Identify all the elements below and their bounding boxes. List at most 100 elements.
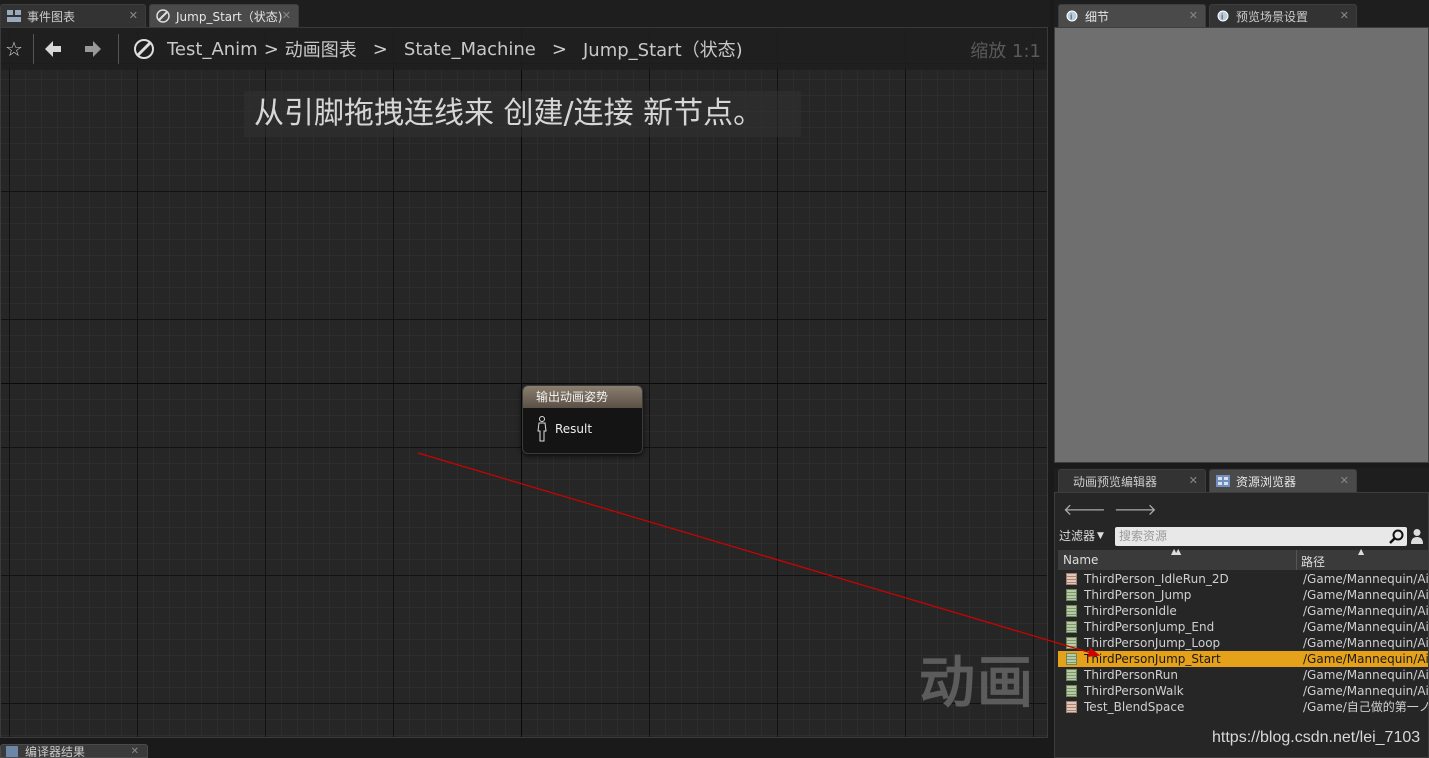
asset-row[interactable]: ThirdPersonJump_Loop/Game/Mannequin/Ai: [1058, 635, 1428, 651]
anim-asset-icon: [1066, 669, 1077, 681]
asset-row[interactable]: Test_BlendSpace/Game/自己做的第一ノ: [1058, 699, 1428, 715]
blendspace-asset-icon: [1066, 573, 1077, 585]
asset-path: /Game/Mannequin/Ai: [1303, 620, 1428, 634]
pose-pin-icon[interactable]: [535, 416, 549, 442]
details-panel: [1054, 27, 1429, 463]
breadcrumb-item[interactable]: Test_Anim: [167, 39, 258, 60]
breadcrumb-item[interactable]: State_Machine: [404, 39, 536, 60]
asset-path: /Game/Mannequin/Ai: [1303, 588, 1428, 602]
zoom-level: 缩放 1:1: [970, 41, 1041, 62]
asset-row-selected[interactable]: ThirdPersonJump_Start/Game/Mannequin/Ai: [1058, 651, 1428, 667]
right-bottom-tab-strip: 动画预览编辑器 ✕ 资源浏览器 ✕: [1054, 468, 1429, 492]
asset-path: /Game/Mannequin/Ai: [1303, 604, 1428, 618]
breadcrumb-item[interactable]: 动画图表: [285, 36, 357, 62]
filter-label: 过滤器: [1059, 529, 1096, 543]
anim-asset-icon: [1066, 589, 1077, 601]
back-icon[interactable]: 🡐: [1063, 499, 1106, 519]
close-icon[interactable]: ✕: [1189, 9, 1198, 22]
sort-icon: ▲▲: [1171, 547, 1181, 556]
asset-list-header: ▲▲ Name ▲ 路径: [1058, 547, 1428, 570]
tab-compiler-results[interactable]: 编译器结果 ✕: [0, 744, 148, 758]
close-icon[interactable]: ✕: [129, 9, 138, 22]
tab-content-browser[interactable]: 资源浏览器 ✕: [1209, 469, 1357, 492]
asset-path: /Game/Mannequin/Ai: [1303, 652, 1428, 666]
asset-row[interactable]: ThirdPerson_Jump/Game/Mannequin/Ai: [1058, 587, 1428, 603]
anim-graph-canvas[interactable]: ☆ Test_Anim > 动画图表 > State_Machine > Jum…: [0, 27, 1048, 738]
details-icon: i: [1216, 9, 1230, 23]
column-name[interactable]: Name: [1063, 553, 1098, 567]
tab-event-graph[interactable]: 事件图表 ✕: [0, 4, 146, 27]
editor-tab-strip: 事件图表 ✕ Jump_Start（状态) ✕: [0, 0, 1050, 27]
svg-text:i: i: [1221, 12, 1223, 21]
divider: [33, 34, 34, 64]
anim-asset-icon: [1066, 621, 1077, 633]
graph-navbar: ☆ Test_Anim > 动画图表 > State_Machine > Jum…: [1, 28, 1047, 70]
asset-path: /Game/Mannequin/Ai: [1303, 636, 1428, 650]
svg-text:i: i: [1070, 12, 1072, 21]
chevron-down-icon: ▼: [1097, 530, 1104, 541]
tab-details[interactable]: i 细节 ✕: [1058, 4, 1206, 27]
graph-origin-h: [1, 383, 1047, 384]
column-path[interactable]: 路径: [1301, 553, 1325, 570]
state-machine-icon: [131, 34, 157, 64]
asset-search-input[interactable]: 搜索资源: [1115, 527, 1407, 546]
asset-name: ThirdPersonJump_Loop: [1084, 636, 1221, 650]
asset-name: ThirdPerson_Jump: [1084, 588, 1192, 602]
asset-name: ThirdPersonIdle: [1084, 604, 1177, 618]
details-icon: i: [1065, 9, 1079, 23]
breadcrumb-item[interactable]: Jump_Start（状态): [583, 36, 743, 62]
asset-name: Test_BlendSpace: [1084, 700, 1185, 714]
asset-list: ThirdPerson_IdleRun_2D/Game/Mannequin/Ai…: [1058, 571, 1428, 715]
right-top-tab-strip: i 细节 ✕ i 预览场景设置 ✕: [1054, 0, 1429, 27]
asset-row[interactable]: ThirdPersonIdle/Game/Mannequin/Ai: [1058, 603, 1428, 619]
close-icon[interactable]: ✕: [282, 9, 291, 22]
compiler-icon: [6, 746, 18, 757]
graph-watermark: 动画: [919, 651, 1035, 716]
forward-icon[interactable]: 🡒: [1114, 499, 1157, 519]
back-arrow-icon[interactable]: [40, 34, 66, 64]
asset-row[interactable]: ThirdPerson_IdleRun_2D/Game/Mannequin/Ai: [1058, 571, 1428, 587]
tab-label: 预览场景设置: [1236, 9, 1309, 24]
close-icon[interactable]: ✕: [131, 745, 139, 757]
tab-preview-scene-settings[interactable]: i 预览场景设置 ✕: [1209, 4, 1357, 27]
asset-path: /Game/Mannequin/Ai: [1303, 572, 1428, 586]
close-icon[interactable]: ✕: [1189, 474, 1198, 487]
node-title: 输出动画姿势: [523, 386, 642, 408]
sort-icon: ▲: [1358, 547, 1365, 556]
output-pose-node[interactable]: 输出动画姿势 Result: [522, 385, 643, 454]
close-icon[interactable]: ✕: [1340, 474, 1349, 487]
search-placeholder: 搜索资源: [1119, 529, 1168, 543]
node-body: Result: [523, 408, 642, 442]
asset-name: ThirdPersonRun: [1084, 668, 1178, 682]
asset-row[interactable]: ThirdPersonJump_End/Game/Mannequin/Ai: [1058, 619, 1428, 635]
asset-row[interactable]: ThirdPersonRun/Game/Mannequin/Ai: [1058, 667, 1428, 683]
asset-path: /Game/Mannequin/Ai: [1303, 684, 1428, 698]
user-icon[interactable]: [1410, 528, 1426, 546]
result-pin-label: Result: [555, 422, 593, 436]
tab-jump-start[interactable]: Jump_Start（状态) ✕: [149, 4, 299, 27]
asset-row[interactable]: ThirdPersonWalk/Game/Mannequin/Ai: [1058, 683, 1428, 699]
tab-label: 编译器结果: [25, 745, 86, 758]
close-icon[interactable]: ✕: [1340, 9, 1349, 22]
column-divider[interactable]: [1296, 550, 1297, 570]
asset-name: ThirdPerson_IdleRun_2D: [1084, 572, 1229, 586]
asset-name: ThirdPersonJump_Start: [1084, 652, 1221, 666]
asset-path: /Game/自己做的第一ノ: [1303, 700, 1428, 714]
graph-hint-text: 从引脚拖拽连线来 创建/连接 新节点。: [244, 91, 801, 137]
forward-arrow-icon[interactable]: [80, 34, 106, 64]
star-icon[interactable]: ☆: [1, 34, 27, 64]
filter-dropdown[interactable]: 过滤器 ▼: [1059, 527, 1104, 544]
search-icon[interactable]: [1389, 529, 1405, 545]
asset-name: ThirdPersonJump_End: [1084, 620, 1215, 634]
blendspace-asset-icon: [1066, 701, 1077, 713]
divider: [118, 34, 119, 64]
tab-label: 资源浏览器: [1236, 474, 1297, 489]
ue4-anim-editor: 事件图表 ✕ Jump_Start（状态) ✕ ☆ Test_Anim > 动画…: [0, 0, 1429, 758]
tab-anim-preview-editor[interactable]: 动画预览编辑器 ✕: [1058, 469, 1206, 492]
breadcrumb-separator: >: [551, 38, 567, 60]
asset-name: ThirdPersonWalk: [1084, 684, 1184, 698]
event-graph-icon: [7, 9, 21, 23]
asset-path: /Game/Mannequin/Ai: [1303, 668, 1428, 682]
anim-asset-icon: [1066, 605, 1077, 617]
tab-label: 事件图表: [27, 9, 76, 24]
